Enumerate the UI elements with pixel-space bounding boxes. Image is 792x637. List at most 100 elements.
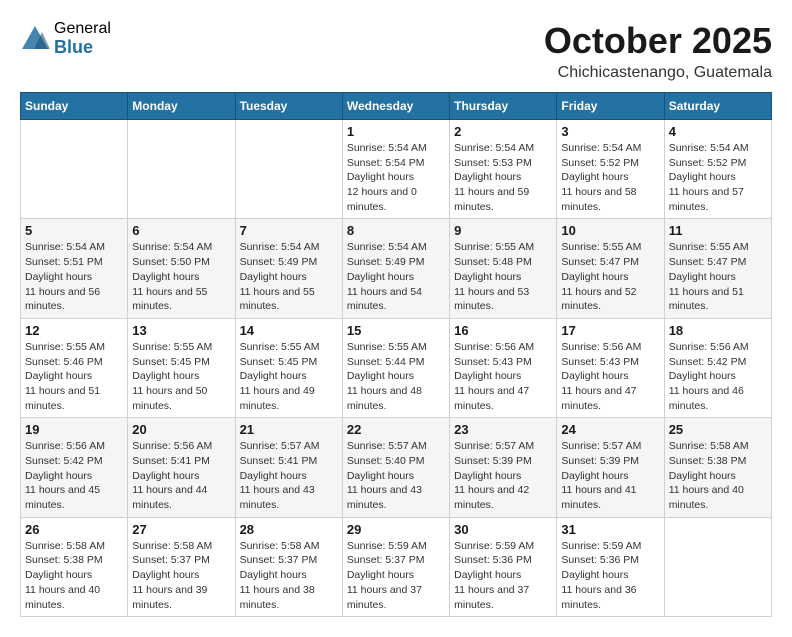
calendar-day-cell: 1 Sunrise: 5:54 AMSunset: 5:54 PMDaylight… bbox=[342, 120, 449, 219]
day-number: 17 bbox=[561, 323, 659, 338]
calendar-day-cell: 11 Sunrise: 5:55 AMSunset: 5:47 PMDayligh… bbox=[664, 219, 771, 318]
day-info: Sunrise: 5:57 AMSunset: 5:40 PMDaylight … bbox=[347, 439, 445, 512]
calendar-day-cell: 18 Sunrise: 5:56 AMSunset: 5:42 PMDayligh… bbox=[664, 318, 771, 417]
weekday-header: Thursday bbox=[450, 93, 557, 120]
weekday-header: Sunday bbox=[21, 93, 128, 120]
day-number: 24 bbox=[561, 422, 659, 437]
day-info: Sunrise: 5:56 AMSunset: 5:42 PMDaylight … bbox=[25, 439, 123, 512]
day-number: 21 bbox=[240, 422, 338, 437]
calendar-day-cell: 7 Sunrise: 5:54 AMSunset: 5:49 PMDaylight… bbox=[235, 219, 342, 318]
logo: General Blue bbox=[20, 20, 111, 57]
day-info: Sunrise: 5:58 AMSunset: 5:38 PMDaylight … bbox=[25, 539, 123, 612]
day-info: Sunrise: 5:55 AMSunset: 5:45 PMDaylight … bbox=[132, 340, 230, 413]
day-info: Sunrise: 5:55 AMSunset: 5:46 PMDaylight … bbox=[25, 340, 123, 413]
day-number: 1 bbox=[347, 124, 445, 139]
day-info: Sunrise: 5:54 AMSunset: 5:50 PMDaylight … bbox=[132, 240, 230, 313]
day-number: 30 bbox=[454, 522, 552, 537]
calendar-day-cell: 27Sunrise: 5:58 AMSunset: 5:37 PMDayligh… bbox=[128, 517, 235, 616]
calendar-day-cell: 16 Sunrise: 5:56 AMSunset: 5:43 PMDayligh… bbox=[450, 318, 557, 417]
calendar-header-row: SundayMondayTuesdayWednesdayThursdayFrid… bbox=[21, 93, 772, 120]
day-number: 23 bbox=[454, 422, 552, 437]
day-number: 13 bbox=[132, 323, 230, 338]
weekday-header: Tuesday bbox=[235, 93, 342, 120]
calendar-day-cell: 2Sunrise: 5:54 AMSunset: 5:53 PMDaylight… bbox=[450, 120, 557, 219]
calendar-day-cell: 17 Sunrise: 5:56 AMSunset: 5:43 PMDayligh… bbox=[557, 318, 664, 417]
location-subtitle: Chichicastenango, Guatemala bbox=[544, 64, 772, 82]
calendar-week-row: 26 Sunrise: 5:58 AMSunset: 5:38 PMDayligh… bbox=[21, 517, 772, 616]
title-section: October 2025 Chichicastenango, Guatemala bbox=[544, 20, 772, 82]
day-info: Sunrise: 5:55 AMSunset: 5:44 PMDaylight … bbox=[347, 340, 445, 413]
calendar-day-cell: 22 Sunrise: 5:57 AMSunset: 5:40 PMDayligh… bbox=[342, 418, 449, 517]
day-info: Sunrise: 5:59 AMSunset: 5:36 PMDaylight … bbox=[454, 539, 552, 612]
day-info: Sunrise: 5:58 AMSunset: 5:37 PMDaylight … bbox=[132, 539, 230, 612]
day-info: Sunrise: 5:54 AMSunset: 5:53 PMDaylight … bbox=[454, 141, 552, 214]
day-number: 16 bbox=[454, 323, 552, 338]
calendar-day-cell: 28Sunrise: 5:58 AMSunset: 5:37 PMDayligh… bbox=[235, 517, 342, 616]
day-info: Sunrise: 5:55 AMSunset: 5:47 PMDaylight … bbox=[561, 240, 659, 313]
day-info: Sunrise: 5:54 AMSunset: 5:54 PMDaylight … bbox=[347, 141, 445, 214]
calendar-day-cell: 13 Sunrise: 5:55 AMSunset: 5:45 PMDayligh… bbox=[128, 318, 235, 417]
day-number: 4 bbox=[669, 124, 767, 139]
calendar-day-cell: 6Sunrise: 5:54 AMSunset: 5:50 PMDaylight… bbox=[128, 219, 235, 318]
day-number: 10 bbox=[561, 223, 659, 238]
calendar-week-row: 5Sunrise: 5:54 AMSunset: 5:51 PMDaylight… bbox=[21, 219, 772, 318]
day-number: 9 bbox=[454, 223, 552, 238]
day-number: 31 bbox=[561, 522, 659, 537]
calendar-day-cell: 31 Sunrise: 5:59 AMSunset: 5:36 PMDayligh… bbox=[557, 517, 664, 616]
calendar-day-cell: 8Sunrise: 5:54 AMSunset: 5:49 PMDaylight… bbox=[342, 219, 449, 318]
day-info: Sunrise: 5:54 AMSunset: 5:49 PMDaylight … bbox=[240, 240, 338, 313]
weekday-header: Friday bbox=[557, 93, 664, 120]
calendar-day-cell: 4 Sunrise: 5:54 AMSunset: 5:52 PMDaylight… bbox=[664, 120, 771, 219]
day-info: Sunrise: 5:58 AMSunset: 5:37 PMDaylight … bbox=[240, 539, 338, 612]
logo-general: General bbox=[54, 20, 111, 38]
page-header: General Blue October 2025 Chichicastenan… bbox=[20, 20, 772, 82]
calendar-day-cell: 21Sunrise: 5:57 AMSunset: 5:41 PMDayligh… bbox=[235, 418, 342, 517]
day-number: 18 bbox=[669, 323, 767, 338]
calendar-day-cell: 26 Sunrise: 5:58 AMSunset: 5:38 PMDayligh… bbox=[21, 517, 128, 616]
calendar-week-row: 19 Sunrise: 5:56 AMSunset: 5:42 PMDayligh… bbox=[21, 418, 772, 517]
calendar-day-cell bbox=[235, 120, 342, 219]
calendar-day-cell: 14Sunrise: 5:55 AMSunset: 5:45 PMDayligh… bbox=[235, 318, 342, 417]
day-number: 22 bbox=[347, 422, 445, 437]
calendar-day-cell bbox=[21, 120, 128, 219]
day-info: Sunrise: 5:59 AMSunset: 5:36 PMDaylight … bbox=[561, 539, 659, 612]
day-number: 11 bbox=[669, 223, 767, 238]
day-number: 15 bbox=[347, 323, 445, 338]
calendar-day-cell: 20Sunrise: 5:56 AMSunset: 5:41 PMDayligh… bbox=[128, 418, 235, 517]
calendar-week-row: 12 Sunrise: 5:55 AMSunset: 5:46 PMDayligh… bbox=[21, 318, 772, 417]
logo-blue: Blue bbox=[54, 38, 111, 58]
day-number: 19 bbox=[25, 422, 123, 437]
day-number: 7 bbox=[240, 223, 338, 238]
day-info: Sunrise: 5:56 AMSunset: 5:42 PMDaylight … bbox=[669, 340, 767, 413]
weekday-header: Saturday bbox=[664, 93, 771, 120]
calendar-day-cell: 24Sunrise: 5:57 AMSunset: 5:39 PMDayligh… bbox=[557, 418, 664, 517]
day-number: 29 bbox=[347, 522, 445, 537]
calendar-day-cell: 30 Sunrise: 5:59 AMSunset: 5:36 PMDayligh… bbox=[450, 517, 557, 616]
day-info: Sunrise: 5:59 AMSunset: 5:37 PMDaylight … bbox=[347, 539, 445, 612]
logo-icon bbox=[20, 24, 50, 54]
day-info: Sunrise: 5:54 AMSunset: 5:52 PMDaylight … bbox=[669, 141, 767, 214]
day-info: Sunrise: 5:54 AMSunset: 5:52 PMDaylight … bbox=[561, 141, 659, 214]
day-info: Sunrise: 5:56 AMSunset: 5:43 PMDaylight … bbox=[561, 340, 659, 413]
calendar-week-row: 1 Sunrise: 5:54 AMSunset: 5:54 PMDaylight… bbox=[21, 120, 772, 219]
day-info: Sunrise: 5:55 AMSunset: 5:48 PMDaylight … bbox=[454, 240, 552, 313]
month-title: October 2025 bbox=[544, 20, 772, 62]
calendar-day-cell: 23Sunrise: 5:57 AMSunset: 5:39 PMDayligh… bbox=[450, 418, 557, 517]
day-info: Sunrise: 5:56 AMSunset: 5:43 PMDaylight … bbox=[454, 340, 552, 413]
day-number: 26 bbox=[25, 522, 123, 537]
day-number: 8 bbox=[347, 223, 445, 238]
calendar-day-cell: 19 Sunrise: 5:56 AMSunset: 5:42 PMDayligh… bbox=[21, 418, 128, 517]
day-number: 12 bbox=[25, 323, 123, 338]
day-info: Sunrise: 5:55 AMSunset: 5:45 PMDaylight … bbox=[240, 340, 338, 413]
day-number: 25 bbox=[669, 422, 767, 437]
calendar-day-cell: 10 Sunrise: 5:55 AMSunset: 5:47 PMDayligh… bbox=[557, 219, 664, 318]
weekday-header: Monday bbox=[128, 93, 235, 120]
weekday-header: Wednesday bbox=[342, 93, 449, 120]
day-number: 5 bbox=[25, 223, 123, 238]
day-info: Sunrise: 5:55 AMSunset: 5:47 PMDaylight … bbox=[669, 240, 767, 313]
day-number: 3 bbox=[561, 124, 659, 139]
calendar-day-cell bbox=[128, 120, 235, 219]
calendar-table: SundayMondayTuesdayWednesdayThursdayFrid… bbox=[20, 92, 772, 617]
calendar-day-cell: 25Sunrise: 5:58 AMSunset: 5:38 PMDayligh… bbox=[664, 418, 771, 517]
day-info: Sunrise: 5:56 AMSunset: 5:41 PMDaylight … bbox=[132, 439, 230, 512]
